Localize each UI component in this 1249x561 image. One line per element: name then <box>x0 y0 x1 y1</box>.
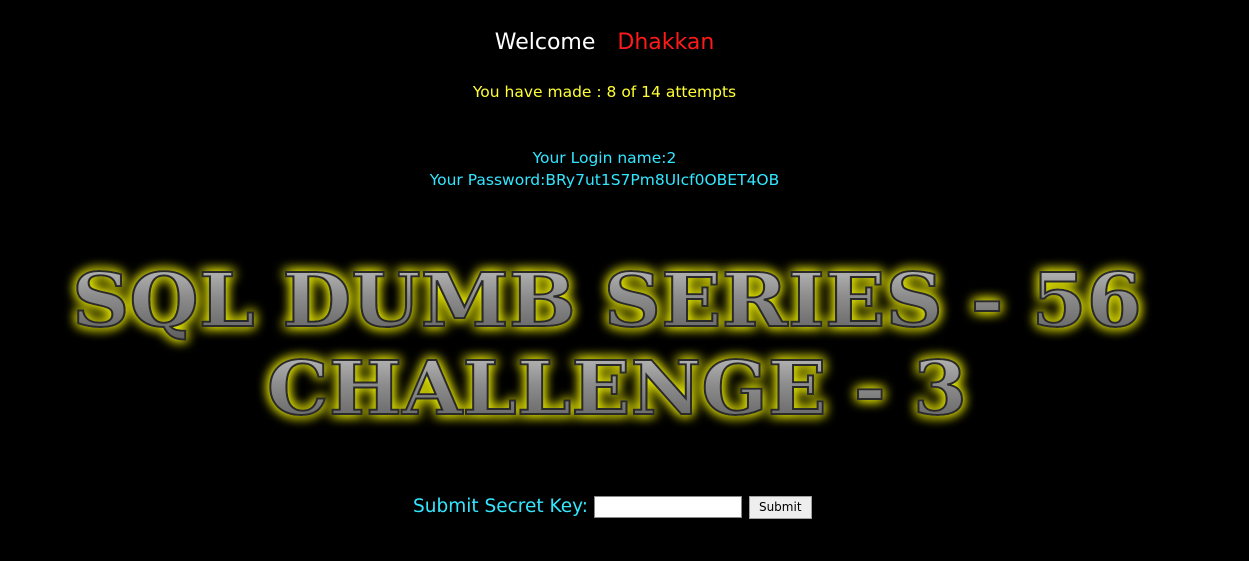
challenge-banner-image: SQL DUMB SERIES - 56 CHALLENGE - 3 <box>62 254 1152 434</box>
secret-key-label: Submit Secret Key: <box>413 496 588 517</box>
welcome-header: Welcome Dhakkan <box>0 29 1209 57</box>
attempts-counter: You have made : 8 of 14 attempts <box>472 83 737 101</box>
login-name-text: Your Login name:2 <box>532 149 677 167</box>
page: Welcome Dhakkan You have made : 8 of 14 a… <box>0 0 1249 561</box>
user-name: Dhakkan <box>617 30 715 55</box>
welcome-label: Welcome <box>494 30 596 55</box>
secret-key-input[interactable] <box>593 496 742 518</box>
banner-line-2: CHALLENGE - 3 <box>267 346 967 432</box>
password-text: Your Password:BRy7ut1S7Pm8UIcf0OBET4OB <box>429 171 780 189</box>
secret-key-form: Submit Secret Key: Submit <box>413 494 812 520</box>
submit-button[interactable]: Submit <box>748 495 812 519</box>
banner-line-1: SQL DUMB SERIES - 56 <box>72 258 1142 344</box>
